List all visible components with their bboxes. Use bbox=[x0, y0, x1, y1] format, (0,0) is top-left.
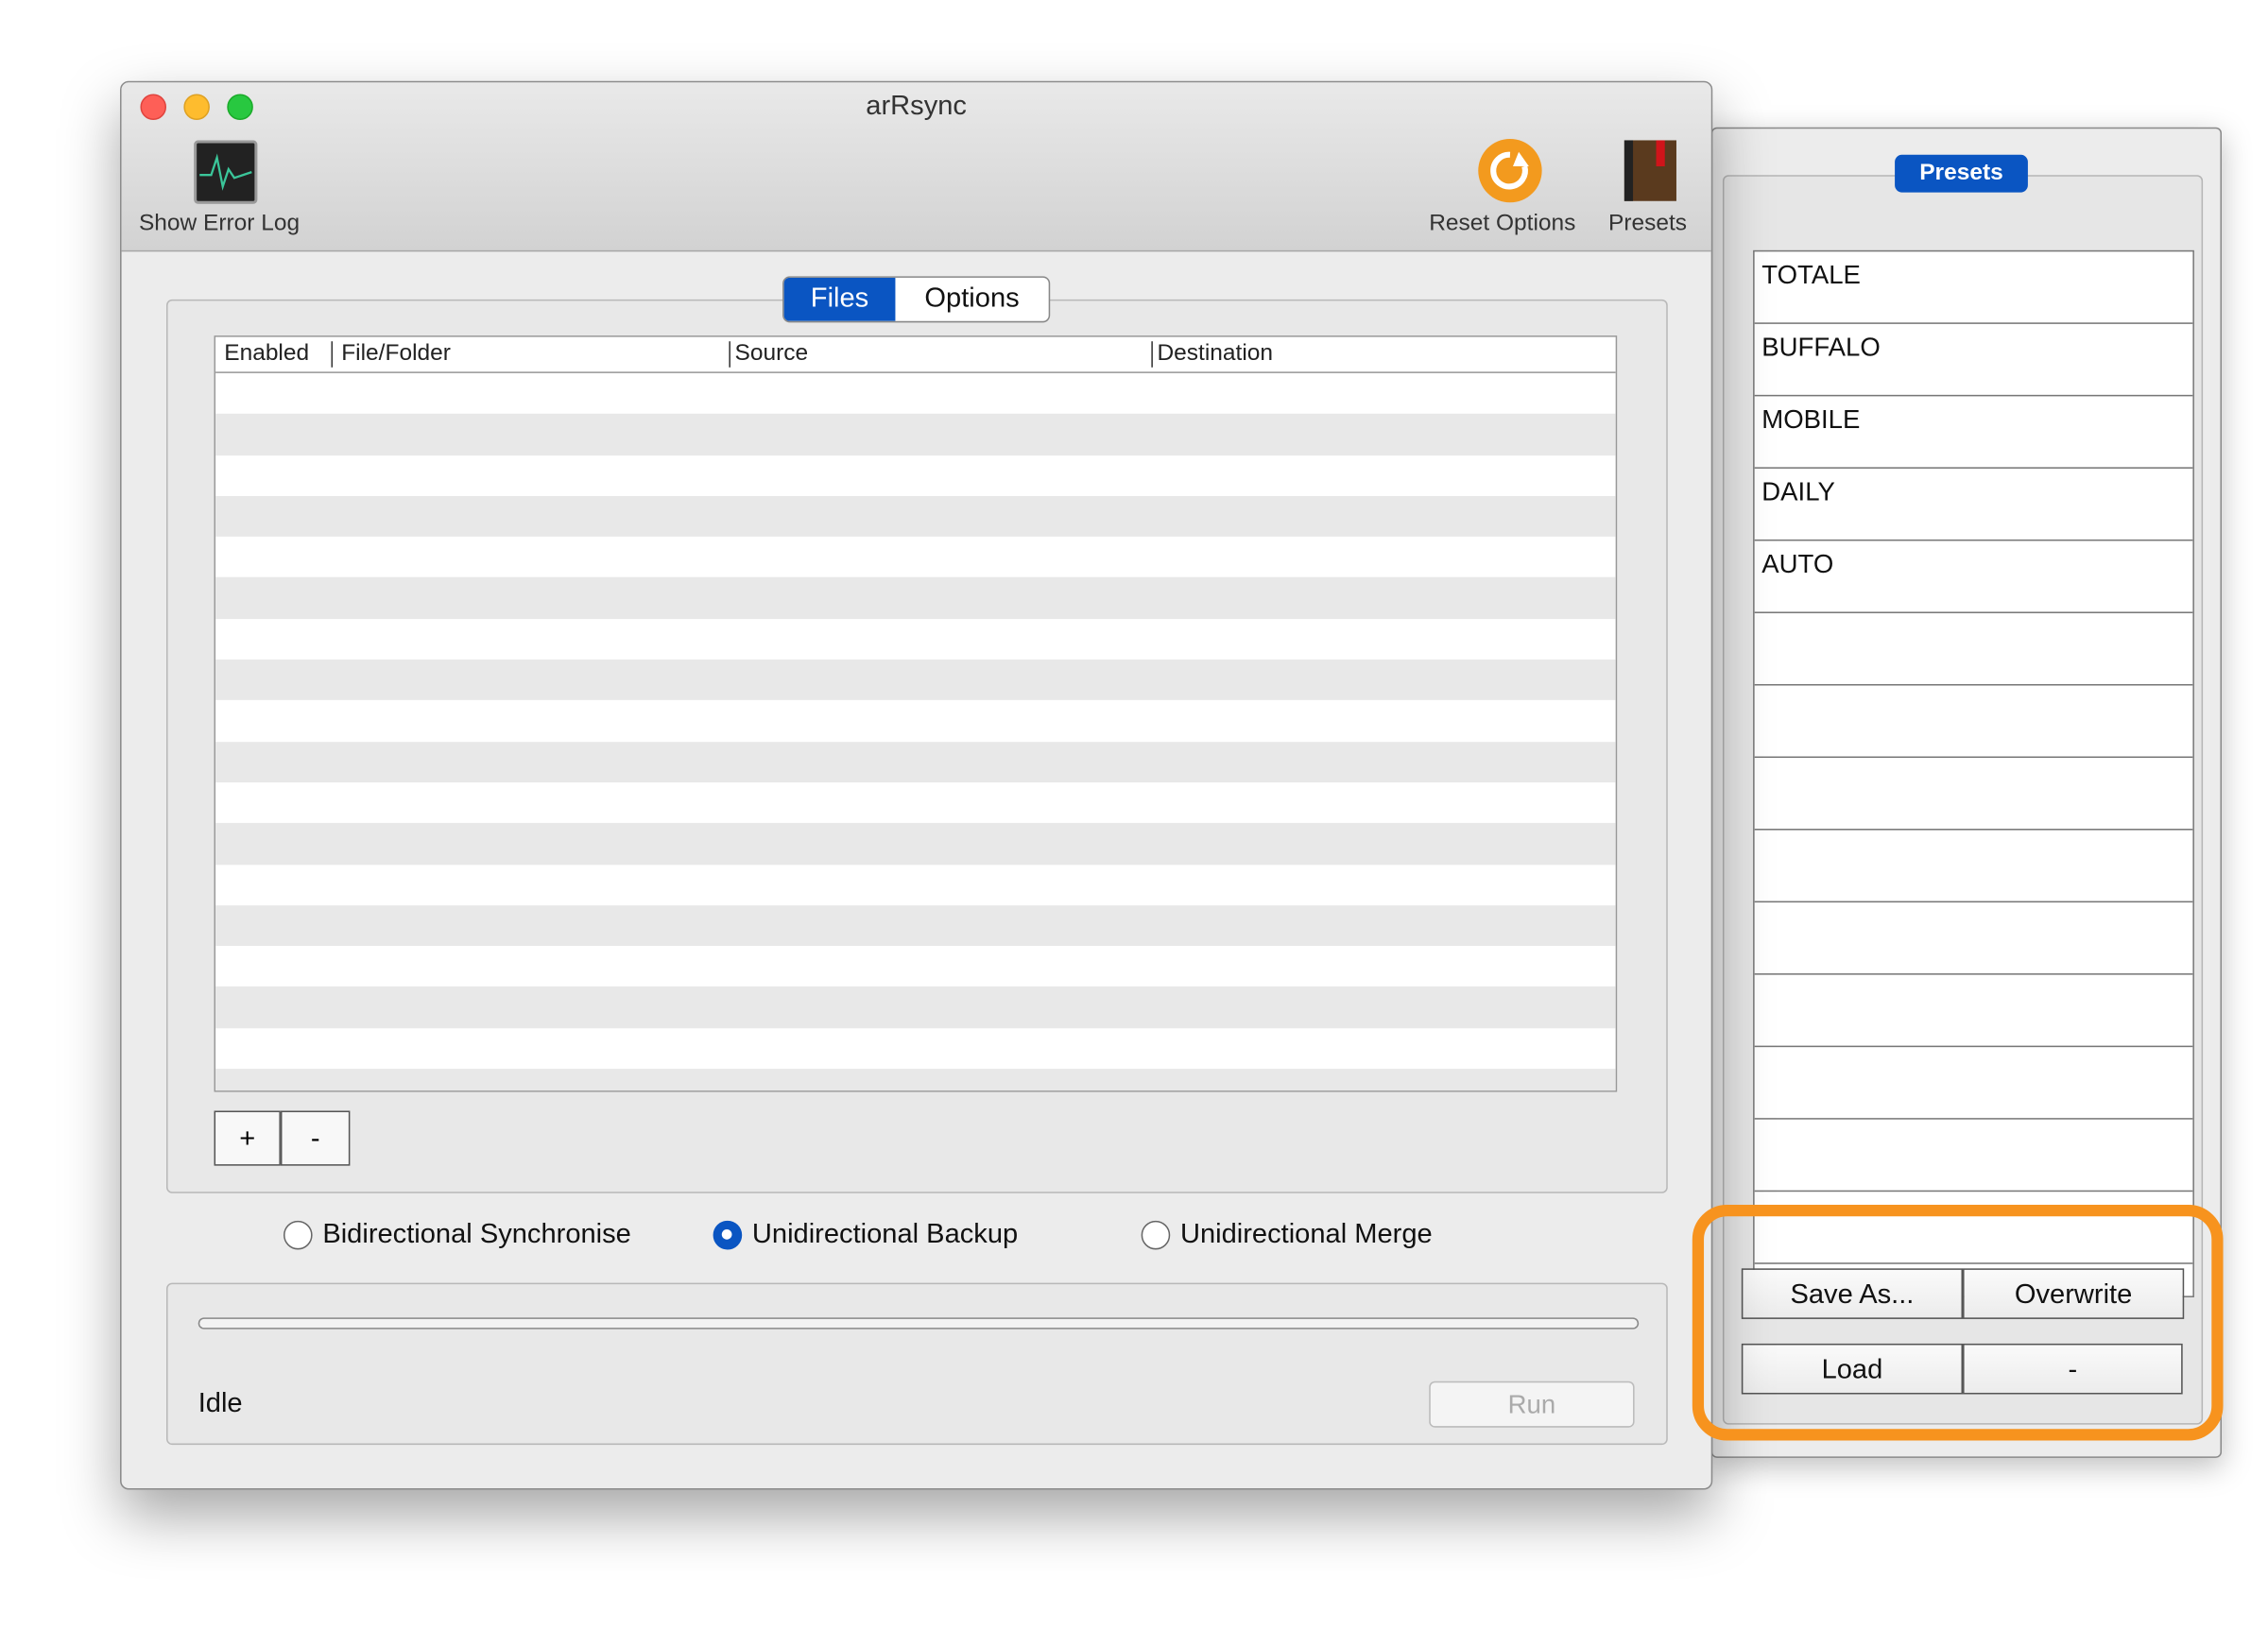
book-icon bbox=[1624, 140, 1676, 201]
preset-item[interactable]: DAILY bbox=[1754, 469, 2193, 541]
activity-monitor-icon bbox=[194, 140, 258, 204]
preset-empty-row bbox=[1754, 1047, 2193, 1120]
preset-empty-row bbox=[1754, 613, 2193, 686]
preset-empty-row bbox=[1754, 831, 2193, 903]
column-file-folder[interactable]: File/Folder bbox=[331, 341, 451, 368]
reset-icon bbox=[1478, 138, 1542, 203]
preset-empty-row bbox=[1754, 686, 2193, 759]
reset-options-label: Reset Options bbox=[1429, 211, 1576, 236]
preset-item[interactable]: AUTO bbox=[1754, 540, 2193, 613]
radio-label: Bidirectional Synchronise bbox=[322, 1219, 631, 1250]
preset-item[interactable]: TOTALE bbox=[1754, 251, 2193, 324]
column-destination[interactable]: Destination bbox=[1151, 341, 1273, 368]
presets-title: Presets bbox=[1895, 154, 2028, 193]
preset-item[interactable]: MOBILE bbox=[1754, 396, 2193, 469]
window-title: arRsync bbox=[866, 91, 967, 122]
tab-options[interactable]: Options bbox=[895, 278, 1048, 321]
radio-label: Unidirectional Backup bbox=[751, 1219, 1019, 1250]
preset-empty-row bbox=[1754, 1120, 2193, 1192]
status-box: Idle Run bbox=[166, 1282, 1668, 1446]
preset-item[interactable]: BUFFALO bbox=[1754, 324, 2193, 397]
run-button[interactable]: Run bbox=[1429, 1381, 1635, 1428]
radio-label: Unidirectional Merge bbox=[1179, 1219, 1433, 1250]
tab-files[interactable]: Files bbox=[783, 277, 896, 321]
main-window: arRsync Show Error Log Reset Options Pre… bbox=[120, 80, 1713, 1490]
preset-empty-row bbox=[1754, 902, 2193, 975]
add-row-button[interactable]: + bbox=[214, 1110, 281, 1166]
remove-row-button[interactable]: - bbox=[280, 1110, 351, 1166]
table-header: Enabled File/Folder Source Destination bbox=[215, 337, 1616, 373]
preset-empty-row bbox=[1754, 758, 2193, 831]
radio-bidirectional-sync[interactable]: Bidirectional Synchronise bbox=[283, 1219, 631, 1251]
status-text: Idle bbox=[198, 1388, 243, 1419]
preset-list[interactable]: TOTALE BUFFALO MOBILE DAILY AUTO bbox=[1753, 249, 2194, 1297]
show-error-log-label: Show Error Log bbox=[138, 211, 301, 236]
progress-bar bbox=[198, 1317, 1640, 1330]
highlight-annotation bbox=[1692, 1204, 2224, 1441]
radio-circle bbox=[283, 1220, 313, 1250]
files-table[interactable]: Enabled File/Folder Source Destination bbox=[214, 335, 1618, 1092]
tab-control: Files Options bbox=[782, 276, 1051, 323]
radio-unidirectional-merge[interactable]: Unidirectional Merge bbox=[1141, 1219, 1433, 1251]
radio-circle bbox=[1141, 1220, 1171, 1250]
table-body bbox=[215, 373, 1616, 1091]
radio-unidirectional-backup[interactable]: Unidirectional Backup bbox=[713, 1219, 1019, 1251]
column-source[interactable]: Source bbox=[729, 341, 808, 368]
toolbar: arRsync Show Error Log Reset Options Pre… bbox=[121, 82, 1711, 252]
radio-circle-selected bbox=[713, 1220, 743, 1250]
preset-empty-row bbox=[1754, 975, 2193, 1048]
column-enabled[interactable]: Enabled bbox=[224, 341, 309, 368]
presets-label: Presets bbox=[1608, 211, 1688, 236]
